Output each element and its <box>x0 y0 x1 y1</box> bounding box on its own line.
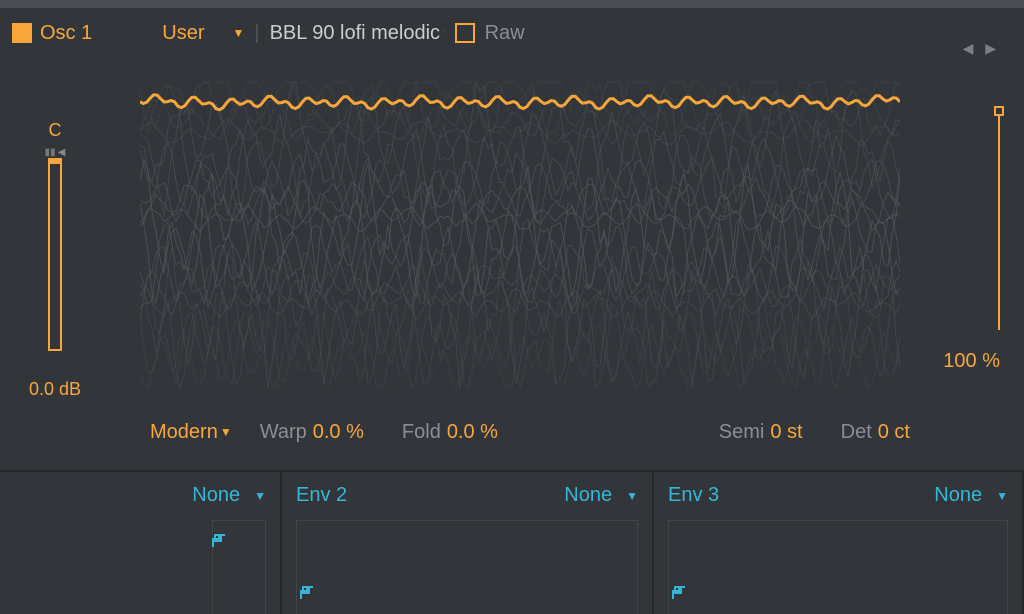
osc-label: Osc 1 <box>40 22 92 45</box>
detune-value[interactable]: 0 ct <box>878 421 910 444</box>
fold-value[interactable]: 0.0 % <box>447 421 498 444</box>
osc-header: Osc 1 User ▼ | BBL 90 lofi melodic ▼ Raw… <box>0 18 1024 48</box>
osc-enable-toggle[interactable] <box>12 23 32 43</box>
position-slider-handle[interactable] <box>994 106 1004 116</box>
env2-display[interactable] <box>296 520 638 614</box>
position-value[interactable]: 100 % <box>943 350 1000 373</box>
env2-title: Env 2 <box>296 484 347 507</box>
env2-target-dropdown[interactable]: None ▼ <box>564 484 638 507</box>
semi-value[interactable]: 0 st <box>770 421 802 444</box>
env3-target-dropdown[interactable]: None ▼ <box>934 484 1008 507</box>
wavetable-display[interactable] <box>140 80 900 390</box>
gain-note-label: C <box>49 120 62 141</box>
env3-breakpoint-handle[interactable] <box>672 584 690 598</box>
gain-tick: ▮▮ ◀ <box>30 147 80 158</box>
chevron-down-icon: ▼ <box>442 26 445 40</box>
gain-value[interactable]: 0.0 dB <box>29 379 81 400</box>
wavetable-preset-dropdown[interactable]: BBL 90 lofi melodic ▼ <box>270 22 445 45</box>
semi-label: Semi <box>719 421 765 444</box>
raw-label: Raw <box>485 22 525 45</box>
env3-target-label: None <box>934 484 982 507</box>
env-panel-3: Env 3 None ▼ <box>654 470 1024 614</box>
wavetable-preset-label: BBL 90 lofi melodic <box>270 22 440 45</box>
gain-indicator-icon: ◀ <box>58 147 66 158</box>
env-panel-2: Env 2 None ▼ <box>282 470 654 614</box>
gain-slider[interactable] <box>48 158 62 351</box>
wavetable-position-control: 100 % <box>930 110 1000 400</box>
warp-value[interactable]: 0.0 % <box>313 421 364 444</box>
wavetable-category-label: User <box>162 22 204 45</box>
env1-target-dropdown[interactable]: None ▼ <box>192 484 266 507</box>
detune-label: Det <box>841 421 872 444</box>
semi-param[interactable]: Semi 0 st <box>719 421 803 444</box>
effect-mode-label: Modern <box>150 421 218 444</box>
warp-label: Warp <box>260 421 307 444</box>
env1-breakpoint-handle[interactable] <box>212 532 230 546</box>
warp-param[interactable]: Warp 0.0 % <box>260 421 364 444</box>
position-slider[interactable] <box>998 110 1000 330</box>
chevron-down-icon: ▼ <box>254 489 266 503</box>
window-top-bar <box>0 0 1024 8</box>
envelope-panels: None ▼ Env 2 None ▼ Env 3 None ▼ <box>0 470 1024 614</box>
detune-param[interactable]: Det 0 ct <box>841 421 910 444</box>
raw-toggle[interactable] <box>455 23 475 43</box>
env1-target-label: None <box>192 484 240 507</box>
env3-title: Env 3 <box>668 484 719 507</box>
chevron-down-icon: ▼ <box>626 489 638 503</box>
env2-breakpoint-handle[interactable] <box>300 584 318 598</box>
chevron-down-icon: ▼ <box>232 26 244 40</box>
effect-mode-dropdown[interactable]: Modern ▼ <box>150 421 232 444</box>
gain-slider-handle[interactable] <box>50 160 60 164</box>
preset-prev-next[interactable]: ◀ ▶ <box>963 40 1000 57</box>
gain-tick-mark: ▮▮ <box>45 147 56 158</box>
gain-control: C ▮▮ ◀ 0.0 dB <box>30 120 80 400</box>
wavetable-category-dropdown[interactable]: User ▼ <box>162 22 244 45</box>
chevron-down-icon: ▼ <box>220 425 232 439</box>
chevron-down-icon: ▼ <box>996 489 1008 503</box>
env2-target-label: None <box>564 484 612 507</box>
env-panel-1: None ▼ <box>0 470 282 614</box>
env3-display[interactable] <box>668 520 1008 614</box>
fold-label: Fold <box>402 421 441 444</box>
separator: | <box>254 22 259 45</box>
osc-parameters: Modern ▼ Warp 0.0 % Fold 0.0 % Semi 0 st… <box>150 414 910 450</box>
fold-param[interactable]: Fold 0.0 % <box>402 421 498 444</box>
